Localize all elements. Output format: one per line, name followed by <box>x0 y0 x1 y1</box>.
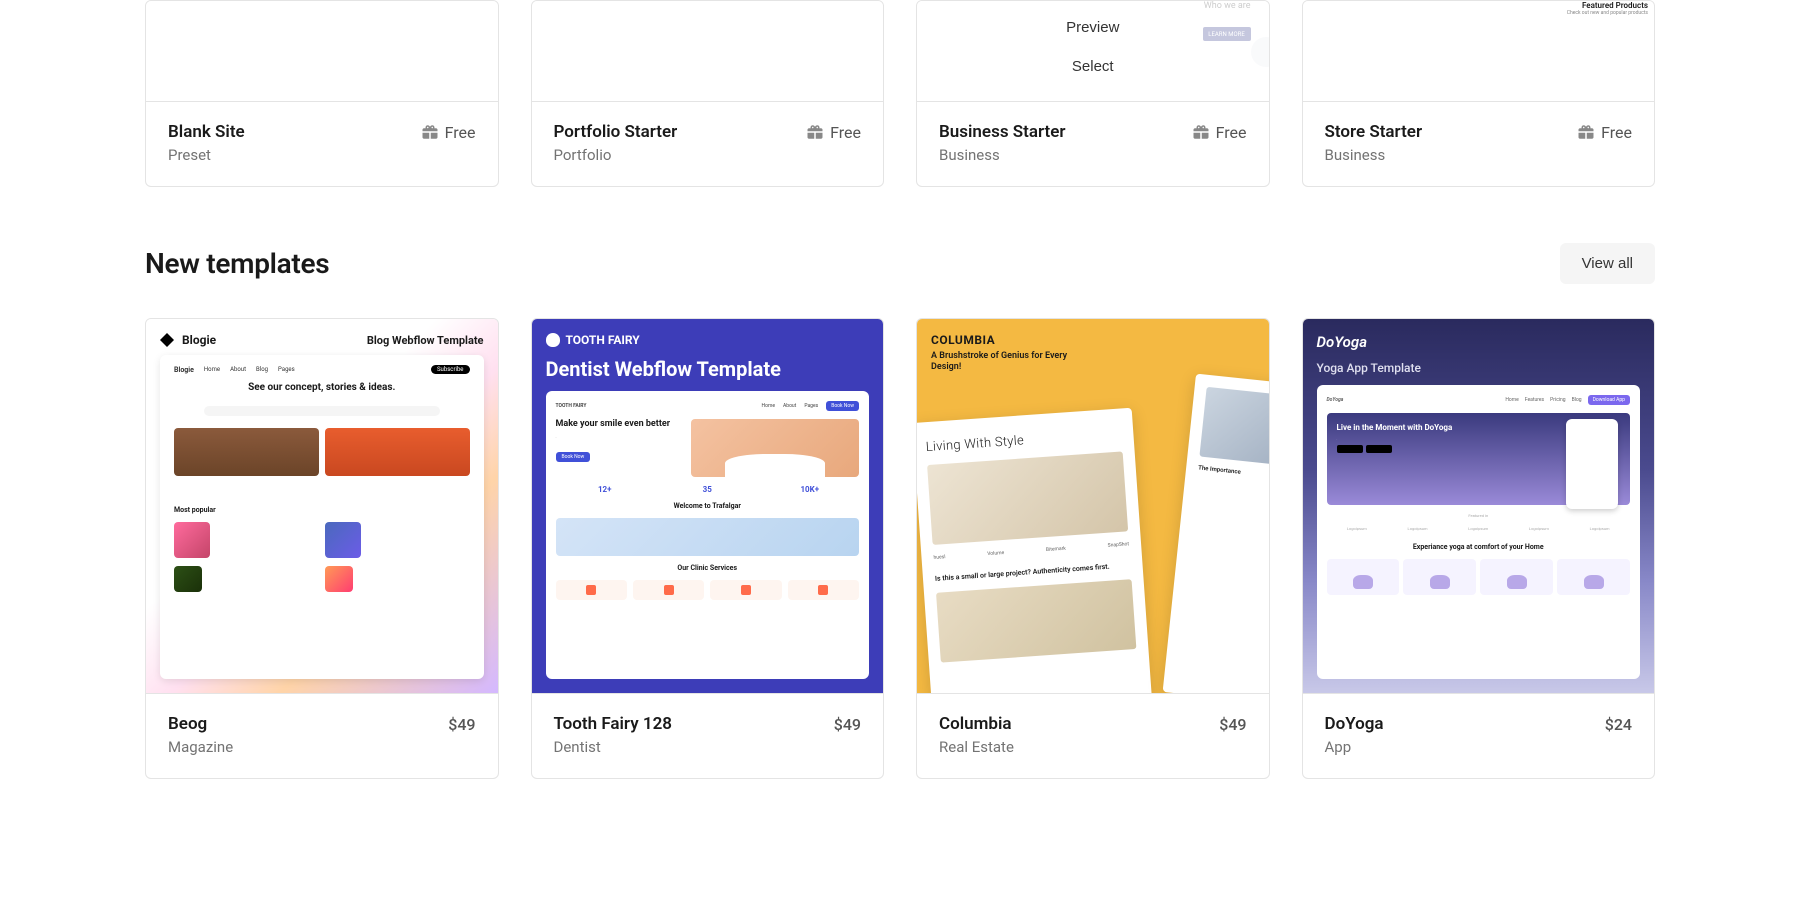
template-category[interactable]: Portfolio <box>554 146 862 164</box>
template-card-columbia[interactable]: COLUMBIA A Brushstroke of Genius for Eve… <box>916 318 1270 779</box>
template-thumbnail: COLUMBIA A Brushstroke of Genius for Eve… <box>917 319 1269 693</box>
template-thumbnail <box>532 1 884 101</box>
thumb-subheading: Check out new and popular products <box>1567 10 1648 16</box>
logo-icon <box>160 333 174 347</box>
new-templates-grid: Blogie Blog Webflow Template BlogieHomeA… <box>145 318 1655 779</box>
thumb-logo-text: Blogie <box>182 333 216 347</box>
template-title[interactable]: Store Starter <box>1325 122 1423 142</box>
template-title[interactable]: Business Starter <box>939 122 1066 142</box>
template-info: Tooth Fairy 128 $49 Dentist <box>532 693 884 778</box>
template-thumbnail: TOOTH FAIRY Dentist Webflow Template TOO… <box>532 319 884 693</box>
template-title[interactable]: Beog <box>168 714 207 734</box>
template-thumbnail: Featured Products Check out new and popu… <box>1303 1 1655 101</box>
section-header: New templates View all <box>145 243 1655 284</box>
starter-templates-grid: Blank Site Free Preset Portfolio Starter… <box>145 0 1655 187</box>
preview-button[interactable]: Preview <box>1066 19 1119 36</box>
price-free-label: Free <box>830 123 861 142</box>
section-title: New templates <box>145 247 329 280</box>
template-info: Store Starter Free Business <box>1303 101 1655 186</box>
price-free-label: Free <box>445 123 476 142</box>
price-free-label: Free <box>1216 123 1247 142</box>
template-info: DoYoga $24 App <box>1303 693 1655 778</box>
thumb-brand: COLUMBIA <box>931 333 1269 347</box>
template-category[interactable]: Dentist <box>554 738 862 756</box>
template-price: Free <box>806 123 861 142</box>
template-thumbnail: Blogie Blog Webflow Template BlogieHomeA… <box>146 319 498 693</box>
template-category[interactable]: Preset <box>168 146 476 164</box>
template-price: Free <box>1192 123 1247 142</box>
tooth-icon <box>546 333 560 347</box>
template-card-blank[interactable]: Blank Site Free Preset <box>145 0 499 187</box>
template-card-beog[interactable]: Blogie Blog Webflow Template BlogieHomeA… <box>145 318 499 779</box>
template-info: Beog $49 Magazine <box>146 693 498 778</box>
thumb-brand: DoYoga <box>1317 333 1641 351</box>
template-thumbnail: DoYoga Yoga App Template DoYogaHomeFeatu… <box>1303 319 1655 693</box>
template-title[interactable]: Portfolio Starter <box>554 122 678 142</box>
price-free-label: Free <box>1601 123 1632 142</box>
thumb-logo-text: TOOTH FAIRY <box>566 333 640 347</box>
template-category[interactable]: Real Estate <box>939 738 1247 756</box>
phone-mockup-icon <box>1566 419 1618 509</box>
template-info: Business Starter Free Business <box>917 101 1269 186</box>
template-thumbnail: Who we are LEARN MORE Preview Select <box>917 1 1269 101</box>
gift-icon <box>1192 123 1210 141</box>
template-category[interactable]: Business <box>1325 146 1633 164</box>
thumb-title: Dentist Webflow Template <box>546 357 870 381</box>
thumb-search-bar <box>204 406 440 416</box>
template-info: Portfolio Starter Free Portfolio <box>532 101 884 186</box>
template-card-store[interactable]: Featured Products Check out new and popu… <box>1302 0 1656 187</box>
thumb-hero-text: See our concept, stories & ideas. <box>174 382 470 394</box>
thumb-section-label: Most popular <box>174 506 470 514</box>
template-hover-overlay: Preview Select <box>917 1 1269 101</box>
template-title[interactable]: DoYoga <box>1325 714 1384 734</box>
select-button[interactable]: Select <box>1048 50 1138 83</box>
thumb-sub: Yoga App Template <box>1317 361 1641 375</box>
gift-icon <box>1577 123 1595 141</box>
gift-icon <box>421 123 439 141</box>
template-info: Columbia $49 Real Estate <box>917 693 1269 778</box>
template-title[interactable]: Tooth Fairy 128 <box>554 714 673 734</box>
template-price: $49 <box>448 715 475 734</box>
template-card-doyoga[interactable]: DoYoga Yoga App Template DoYogaHomeFeatu… <box>1302 318 1656 779</box>
template-card-tooth-fairy[interactable]: TOOTH FAIRY Dentist Webflow Template TOO… <box>531 318 885 779</box>
template-price: $49 <box>834 715 861 734</box>
template-info: Blank Site Free Preset <box>146 101 498 186</box>
template-title[interactable]: Blank Site <box>168 122 245 142</box>
template-price: Free <box>1577 123 1632 142</box>
template-price: $24 <box>1605 715 1632 734</box>
template-category[interactable]: App <box>1325 738 1633 756</box>
template-card-business[interactable]: Who we are LEARN MORE Preview Select Bus… <box>916 0 1270 187</box>
template-thumbnail <box>146 1 498 101</box>
thumb-sub: A Brushstroke of Genius for Every Design… <box>931 351 1071 373</box>
template-price: $49 <box>1219 715 1246 734</box>
template-price: Free <box>421 123 476 142</box>
template-category[interactable]: Business <box>939 146 1247 164</box>
view-all-button[interactable]: View all <box>1560 243 1655 284</box>
template-card-portfolio[interactable]: Portfolio Starter Free Portfolio <box>531 0 885 187</box>
template-category[interactable]: Magazine <box>168 738 476 756</box>
thumb-heading: Featured Products <box>1582 1 1648 10</box>
thumb-tag: Blog Webflow Template <box>367 334 484 347</box>
template-title[interactable]: Columbia <box>939 714 1012 734</box>
gift-icon <box>806 123 824 141</box>
